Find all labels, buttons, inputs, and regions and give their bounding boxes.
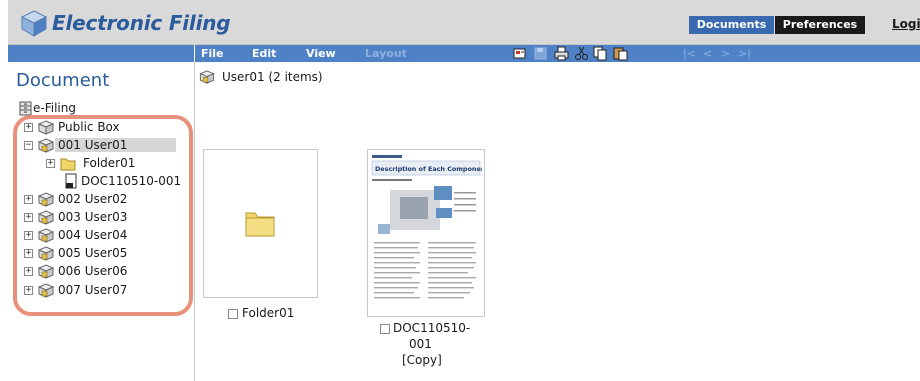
cut-icon[interactable] xyxy=(574,46,589,61)
user-box-icon xyxy=(37,264,55,279)
tree-label-document: DOC110510-001 xyxy=(81,174,182,188)
menu-layout: Layout xyxy=(365,47,407,60)
tab-documents[interactable]: Documents xyxy=(689,16,774,34)
content-area: User01 (2 items) Folder01 Description of… xyxy=(195,62,920,381)
tree-node-public-box[interactable]: + Public Box xyxy=(24,119,184,136)
document-thumbnail[interactable]: Description of Each Component xyxy=(367,149,485,317)
document-caption-line1: DOC110510- xyxy=(393,321,471,335)
collapse-icon[interactable]: − xyxy=(24,141,33,150)
document-icon xyxy=(65,173,77,189)
first-page-icon: |< xyxy=(683,47,696,60)
tree-node-user03[interactable]: + 003 User03 xyxy=(24,209,184,226)
sidebar-title: Document xyxy=(16,70,110,91)
menu-edit[interactable]: Edit xyxy=(252,47,276,60)
paste-icon[interactable] xyxy=(613,46,628,61)
user-box-icon xyxy=(37,210,55,225)
expand-icon[interactable]: + xyxy=(24,231,33,240)
login-link[interactable]: Logi xyxy=(892,17,920,31)
tree-label-user01: 001 User01 xyxy=(55,138,176,152)
print-icon[interactable] xyxy=(554,46,569,61)
box-icon xyxy=(37,120,55,135)
expand-icon[interactable]: + xyxy=(46,159,55,168)
tree-label-user04: 004 User04 xyxy=(58,228,128,242)
menu-file[interactable]: File xyxy=(201,47,224,60)
expand-icon[interactable]: + xyxy=(24,213,33,222)
tree-node-user07[interactable]: + 007 User07 xyxy=(24,282,184,299)
folder-icon xyxy=(60,158,76,171)
properties-icon[interactable] xyxy=(513,46,528,61)
tree-node-user04[interactable]: + 004 User04 xyxy=(24,227,184,244)
document-caption-line2: 001 xyxy=(409,337,432,351)
expand-icon[interactable]: + xyxy=(24,195,33,204)
tree-node-user01[interactable]: − 001 User01 xyxy=(24,137,184,154)
app-title: Electronic Filing xyxy=(52,11,231,35)
select-checkbox[interactable] xyxy=(228,309,238,319)
expand-icon[interactable]: + xyxy=(24,267,33,276)
folder-icon xyxy=(245,212,275,237)
user-box-icon xyxy=(37,246,55,261)
sidebar: Document e-Filing + Public Box − 001 Use… xyxy=(8,62,195,381)
expand-icon[interactable]: + xyxy=(24,123,33,132)
document-caption-line3: [Copy] xyxy=(402,353,442,367)
expand-icon[interactable]: + xyxy=(24,249,33,258)
last-page-icon: >| xyxy=(738,47,751,60)
menu-view[interactable]: View xyxy=(306,47,336,60)
prev-page-icon: < xyxy=(703,47,713,60)
doc-preview-heading: Description of Each Component xyxy=(375,165,482,173)
sidebar-header-strip xyxy=(8,45,194,62)
breadcrumb-text: User01 (2 items) xyxy=(222,70,323,84)
tree-label-user06: 006 User06 xyxy=(58,264,128,278)
tree-label-user03: 003 User03 xyxy=(58,210,128,224)
select-checkbox[interactable] xyxy=(380,324,390,334)
tree-label-user05: 005 User05 xyxy=(58,246,128,260)
user-box-icon xyxy=(37,138,55,153)
tree-label-public-box: Public Box xyxy=(58,120,120,134)
tree-label-user02: 002 User02 xyxy=(58,192,128,206)
tree-node-user06[interactable]: + 006 User06 xyxy=(24,263,184,280)
menu-toolbar: File Edit View Layout |< < > >| xyxy=(195,45,920,62)
next-page-icon: > xyxy=(721,47,731,60)
copy-icon[interactable] xyxy=(593,46,608,61)
tree-label-efiling: e-Filing xyxy=(33,101,76,115)
folder-caption-text: Folder01 xyxy=(242,306,295,320)
folder-thumbnail[interactable] xyxy=(203,149,318,298)
user-box-icon xyxy=(37,228,55,243)
tree-node-document[interactable]: DOC110510-001 xyxy=(62,173,192,190)
tree-node-folder01[interactable]: + Folder01 xyxy=(46,155,186,172)
document-item-caption[interactable]: DOC110510- 001 [Copy] xyxy=(379,321,479,369)
tree-node-user05[interactable]: + 005 User05 xyxy=(24,245,184,262)
document-preview-image: Description of Each Component xyxy=(370,152,482,314)
expand-icon[interactable]: + xyxy=(24,286,33,295)
user-box-icon xyxy=(199,70,215,84)
tree-node-efiling[interactable]: e-Filing xyxy=(17,100,117,117)
user-box-icon xyxy=(37,192,55,207)
tree-node-user02[interactable]: + 002 User02 xyxy=(24,191,184,208)
tree-label-folder01: Folder01 xyxy=(83,156,136,170)
app-header: Electronic Filing Documents Preferences … xyxy=(8,0,920,45)
tab-preferences[interactable]: Preferences xyxy=(775,16,865,34)
tree-label-user07: 007 User07 xyxy=(58,283,128,297)
save-icon xyxy=(534,47,547,60)
user-box-icon xyxy=(37,283,55,298)
folder-item-caption[interactable]: Folder01 xyxy=(225,306,315,322)
cube-logo-icon xyxy=(20,10,48,37)
